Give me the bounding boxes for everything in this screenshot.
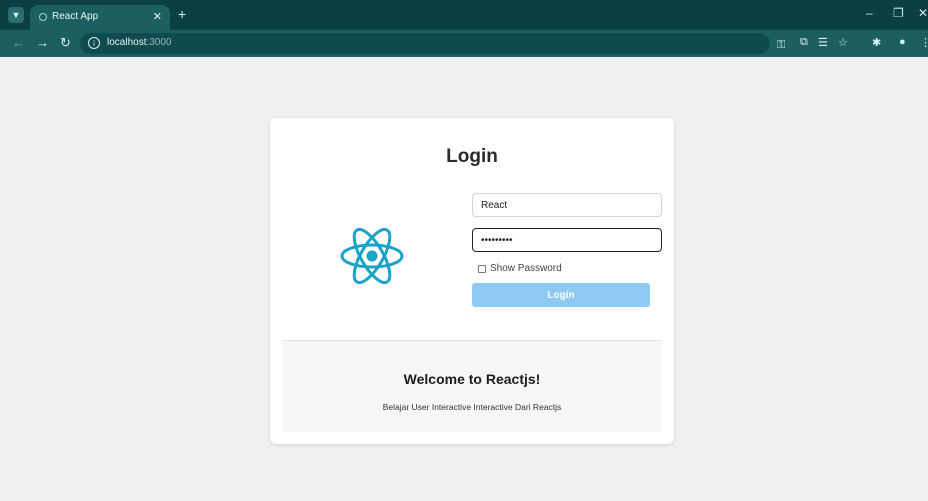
url-port: :3000 (146, 37, 172, 48)
site-info-icon[interactable]: i (88, 37, 100, 49)
url-host: localhost (107, 37, 147, 48)
profile-icon[interactable]: ● (899, 36, 906, 48)
login-button[interactable]: Login (472, 283, 650, 307)
login-heading: Login (446, 146, 498, 167)
welcome-title: Welcome to Reactjs! (403, 371, 541, 387)
menu-icon[interactable]: ⋮ (920, 36, 928, 49)
reload-icon[interactable]: ↻ (60, 35, 71, 51)
restore-icon[interactable]: ❐ (893, 6, 904, 20)
login-card: Login Show Password Login Welcome to Rea… (270, 118, 674, 444)
show-password-toggle[interactable]: Show Password (478, 263, 562, 274)
translate-icon[interactable]: ☰ (818, 36, 828, 49)
minimize-icon[interactable]: – (866, 6, 873, 20)
browser-tab[interactable]: React App ✕ (30, 5, 170, 30)
bookmark-star-icon[interactable]: ☆ (838, 36, 848, 49)
welcome-text: Belajar User Interactive Interactive Dar… (382, 402, 562, 412)
close-window-icon[interactable]: ✕ (918, 6, 928, 20)
username-input[interactable] (472, 193, 662, 217)
password-key-icon[interactable]: ⚿ (777, 39, 785, 52)
extensions-icon[interactable]: ✱ (872, 36, 881, 49)
forward-icon[interactable]: → (36, 35, 49, 50)
new-tab-icon[interactable]: + (178, 6, 186, 22)
address-bar[interactable]: i localhost:3000 ⚿ (80, 33, 785, 54)
password-input[interactable] (472, 228, 662, 252)
tab-list-icon[interactable]: ▼ (8, 7, 24, 23)
react-logo-icon (340, 227, 404, 285)
back-icon[interactable]: ← (12, 35, 25, 50)
show-password-checkbox[interactable] (478, 264, 486, 273)
tab-favicon-icon (39, 13, 47, 21)
browser-toolbar: ← → ↻ i localhost:3000 ⚿ ⧉ ☰ ☆ ✱ ● ⋮ (0, 30, 928, 57)
tab-close-icon[interactable]: ✕ (153, 10, 162, 23)
welcome-panel: Welcome to Reactjs! Belajar User Interac… (282, 340, 662, 432)
url-text: localhost:3000 (107, 37, 172, 48)
show-password-label: Show Password (490, 263, 562, 274)
install-app-icon[interactable]: ⧉ (800, 36, 808, 49)
browser-tab-bar: ▼ React App ✕ + – ❐ ✕ (0, 0, 928, 30)
tab-title: React App (52, 11, 99, 22)
